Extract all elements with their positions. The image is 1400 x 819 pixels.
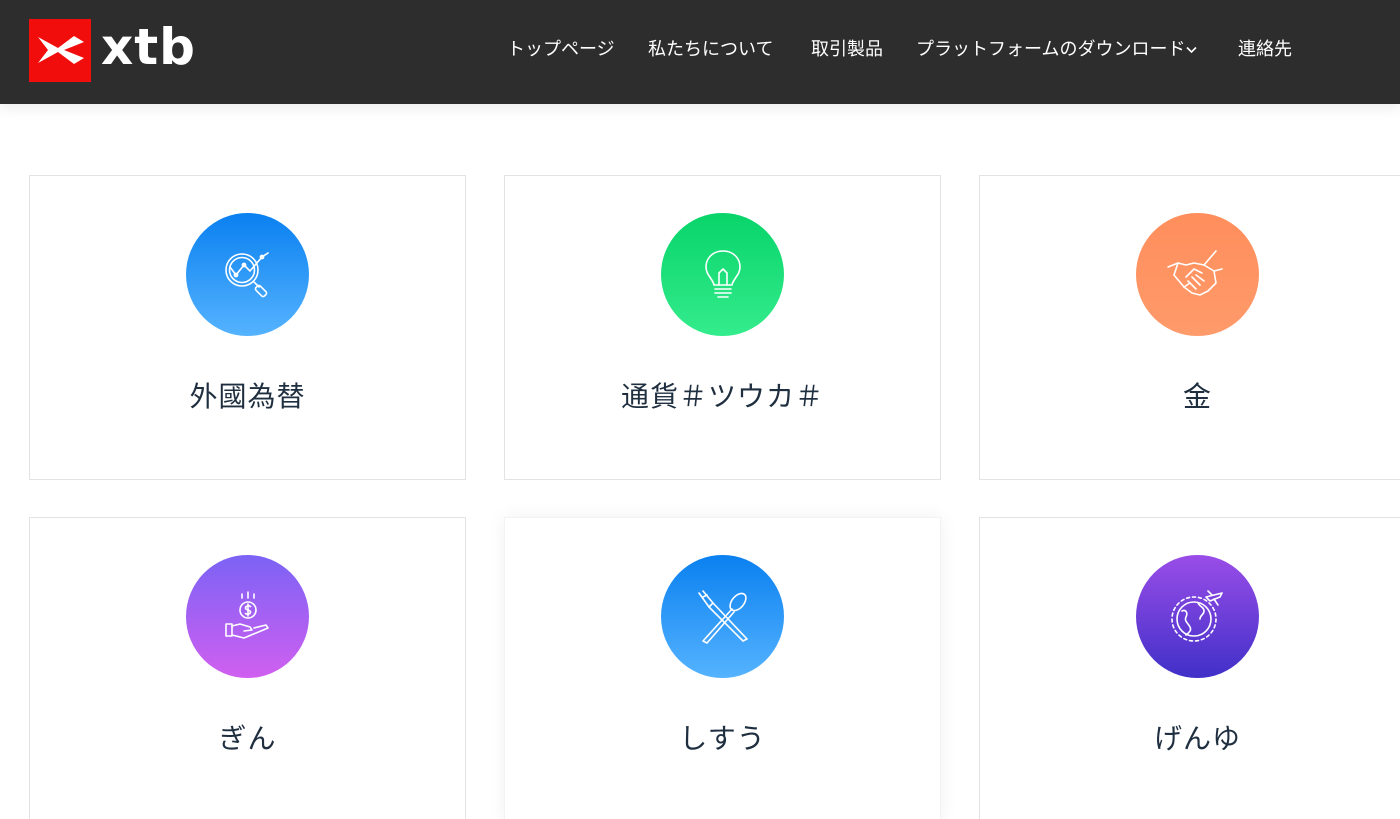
card-title: ぎん [218,722,277,755]
product-card-crude-oil[interactable]: げんゆ [979,517,1400,819]
nav-item-contact[interactable]: 連絡先 [1238,36,1292,64]
product-card-forex[interactable]: 外國為替 [29,175,466,480]
nav-item-label: 連絡先 [1238,39,1292,60]
site-header: xtb トップページ 私たちについて 取引製品 プラットフォームのダウンロード … [0,0,1400,104]
nav-item-top-page[interactable]: トップページ [507,36,615,64]
card-title: 通貨＃ツウカ＃ [620,380,824,413]
chevron-down-icon [1186,46,1198,54]
nav-item-platform-download[interactable]: プラットフォームのダウンロード [916,36,1198,64]
product-card-currency[interactable]: 通貨＃ツウカ＃ [504,175,941,480]
product-card-silver[interactable]: ぎん [29,517,466,819]
nav-item-label: 取引製品 [811,39,883,60]
card-title: 金 [1182,380,1212,413]
chart-magnifier-icon [186,213,309,336]
nav-item-label: トップページ [507,39,615,60]
main-nav: トップページ 私たちについて 取引製品 プラットフォームのダウンロード 連絡先 [0,36,1400,66]
product-card-gold[interactable]: 金 [979,175,1400,480]
fork-spoon-icon [661,555,784,678]
product-card-index[interactable]: しすう [504,517,941,819]
globe-plane-icon [1136,555,1259,678]
card-title: 外國為替 [189,380,306,413]
card-title: げんゆ [1153,722,1241,755]
card-title: しすう [679,722,766,755]
nav-item-label: 私たちについて [648,39,774,60]
nav-item-trading-products[interactable]: 取引製品 [811,36,883,64]
handshake-icon [1136,213,1259,336]
nav-item-about-us[interactable]: 私たちについて [648,36,773,64]
hand-coin-icon [186,555,309,678]
nav-item-label: プラットフォームのダウンロード [916,39,1186,60]
lightbulb-icon [661,213,784,336]
